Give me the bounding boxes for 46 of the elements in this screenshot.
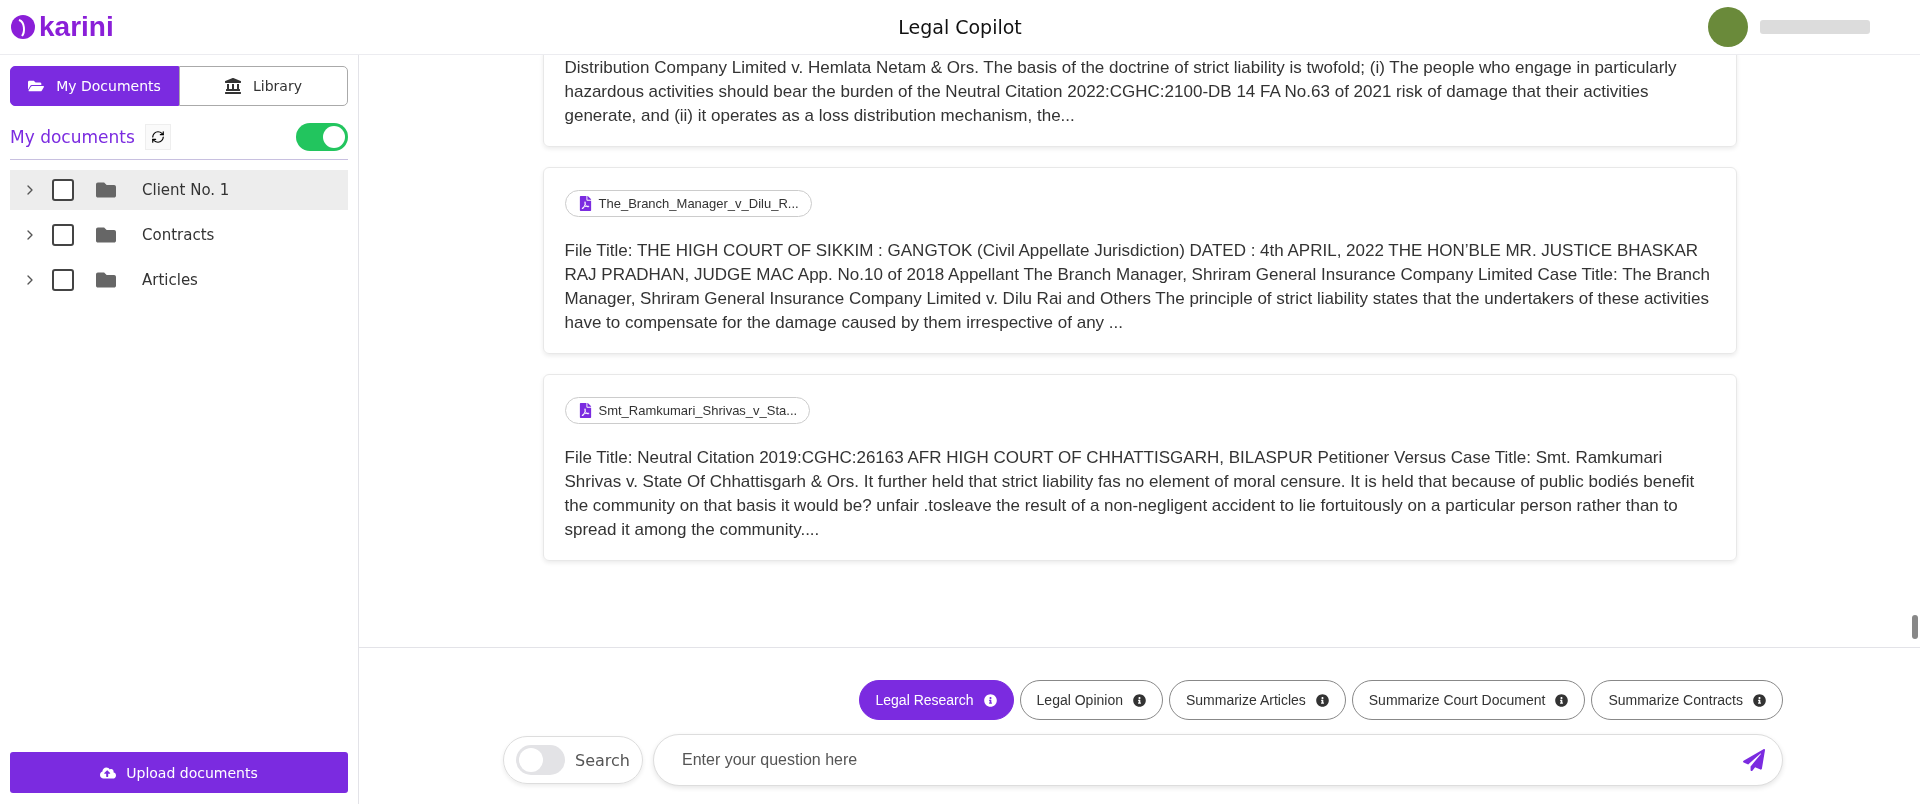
logo: karini xyxy=(10,11,114,43)
pdf-icon xyxy=(577,196,593,211)
checkbox[interactable] xyxy=(52,269,74,291)
tree-item[interactable]: Articles xyxy=(10,260,348,300)
sidebar-tab[interactable]: Library xyxy=(179,66,348,106)
section-title: My documents xyxy=(10,127,135,147)
toggle-label: Search xyxy=(575,750,630,770)
question-field[interactable]: Enter your question here xyxy=(653,734,1783,786)
info-icon xyxy=(1315,693,1329,707)
sidebar-tab[interactable]: My Documents xyxy=(10,66,179,106)
refresh-icon xyxy=(150,130,165,144)
mode-chip[interactable]: Summarize Articles xyxy=(1168,680,1346,720)
folder-icon xyxy=(96,180,116,200)
folder-name: Contracts xyxy=(142,226,215,244)
mode-chip[interactable]: Legal Opinion xyxy=(1019,680,1163,720)
logo-icon xyxy=(10,14,36,40)
folder-name: Articles xyxy=(142,271,198,289)
mode-chip[interactable]: Legal Research xyxy=(858,680,1014,720)
info-icon xyxy=(1132,693,1146,707)
pdf-icon xyxy=(577,403,593,418)
folder-icon xyxy=(96,270,116,290)
upload-icon xyxy=(100,764,117,781)
info-icon xyxy=(983,693,997,707)
checkbox[interactable] xyxy=(52,224,74,246)
folder-icon xyxy=(28,78,45,94)
info-icon xyxy=(1753,693,1766,707)
info-icon xyxy=(1555,693,1569,707)
page-title: Legal Copilot xyxy=(898,16,1022,38)
refresh-button[interactable] xyxy=(144,124,171,150)
checkbox[interactable] xyxy=(52,179,74,201)
tree-item[interactable]: Contracts xyxy=(10,215,348,255)
result-text: File Title: Neutral Citation 2019:CGHC:26163 AFR HIGH COURT OF CHHATTISGARH, BILASPUR Petitioner Versus Case Title: Smt. Ramkumari Shrivas v. State Of Chhattisgarh & Ors. It further held that strict liability fas no element of moral censure. It is held that because of public bodiés benefit the community on that basis it would be? unfair .tosleave the result of a non-negligent accident to lie fortuitously on a particular person rather than to spread it among the community.... xyxy=(564,447,1696,541)
folder-name: Client No. 1 xyxy=(142,181,230,199)
scrollbar[interactable] xyxy=(1912,615,1918,639)
mode-chip[interactable]: Summarize Contracts xyxy=(1591,680,1783,720)
result-text: Distribution Company Limited v. Hemlata Netam & Ors. The basis of the doctrine of strict liability is twofold; (i) The people who engage in particularly hazardous activities should bear the burden of the Neutral Citation 2022:CGHC:2100-DB 14 FA No.63 of 2021 risk of damage that their activities generate, and (ii) it operates as a loss distribution mechanism, the... xyxy=(564,57,1678,127)
toggle-switch[interactable] xyxy=(516,745,566,775)
folder-icon xyxy=(96,225,116,245)
avatar[interactable] xyxy=(1708,7,1748,47)
upload-button[interactable]: Upload documents xyxy=(10,752,348,793)
toggle-switch[interactable] xyxy=(296,123,348,151)
mode-chip[interactable]: Summarize Court Document xyxy=(1351,680,1586,720)
result-text: File Title: THE HIGH COURT OF SIKKIM : GANGTOK (Civil Appellate Jurisdiction) DATED : 4th APRIL, 2022 THE HON’BLE MR. JUSTICE BHASKAR RAJ PRADHAN, JUDGE MAC App. No.10 of 2018 Appellant The Branch Manager, Shriram General Insurance Company Limited Case Title: The Branch Manager, Shriram General Insurance Company Limited v. Dilu Rai and Others The principle of strict liability states that the undertakers of these activities have to compensate for the damage caused by them irrespective of any ... xyxy=(564,240,1712,334)
bank-icon xyxy=(225,78,241,94)
tree-item[interactable]: Client No. 1 xyxy=(10,170,348,210)
send-icon[interactable] xyxy=(1743,749,1765,771)
